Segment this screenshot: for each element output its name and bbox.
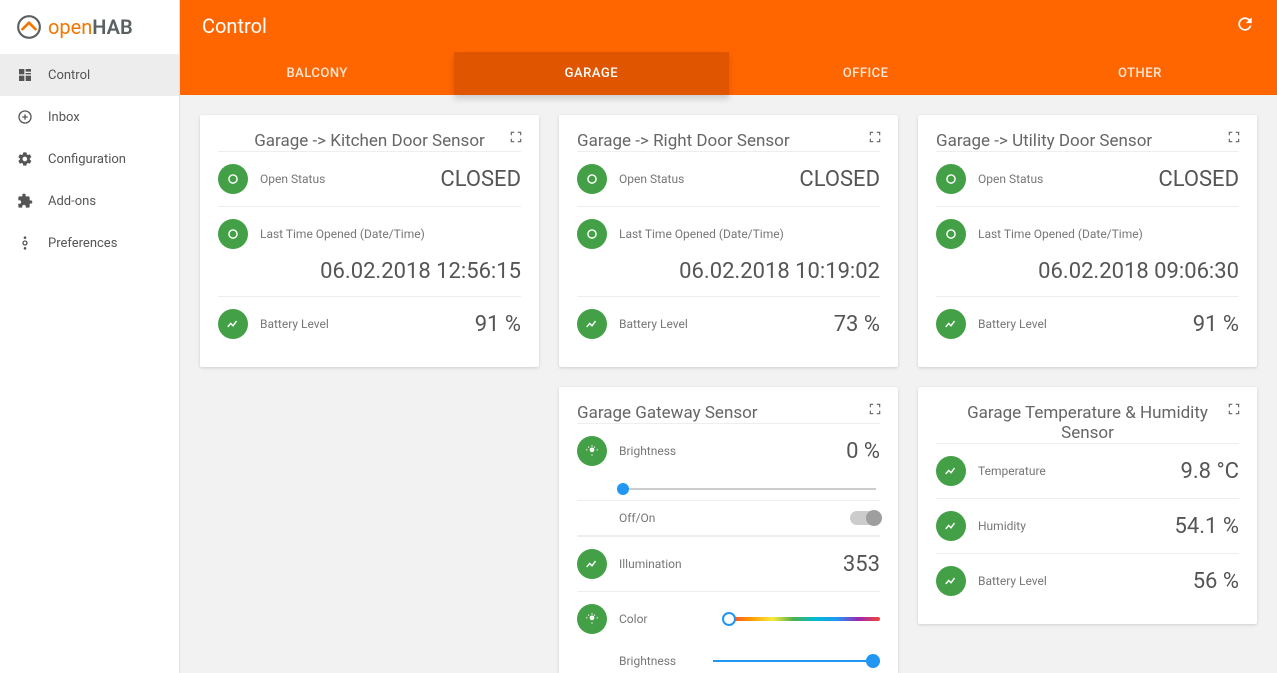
chart-icon (577, 309, 607, 339)
card-gateway: Garage Gateway Sensor Brightness 0 % Off… (559, 387, 898, 673)
row-value: 56 % (1193, 569, 1239, 594)
card-title: Garage Temperature & Humidity Sensor (936, 403, 1239, 443)
gear-icon (16, 150, 34, 168)
row-label: Open Status (978, 172, 1043, 186)
row-value: 91 % (475, 312, 521, 337)
row-label: Last Time Opened (Date/Time) (260, 227, 425, 241)
sidebar-item-label: Add-ons (48, 194, 96, 209)
card-right-door: Garage -> Right Door Sensor Open Status … (559, 115, 898, 367)
row-value: 9.8 °C (1180, 459, 1239, 484)
sidebar-item-label: Configuration (48, 152, 126, 167)
row-value: 54.1 % (1175, 514, 1239, 539)
row-label: Battery Level (978, 317, 1047, 331)
refresh-button[interactable] (1235, 14, 1255, 38)
expand-icon[interactable] (1227, 401, 1243, 417)
row-value: 353 (843, 552, 880, 577)
row-label: Last Time Opened (Date/Time) (619, 227, 784, 241)
circle-o-icon (218, 164, 248, 194)
row-value: 73 % (834, 312, 880, 337)
sidebar-item-label: Inbox (48, 110, 80, 125)
sidebar-item-inbox[interactable]: Inbox (0, 96, 179, 138)
circle-o-icon (577, 164, 607, 194)
dashboard-icon (16, 66, 34, 84)
brightness-slider[interactable] (623, 488, 876, 490)
brand-text: openHAB (48, 15, 133, 39)
card-title: Garage -> Right Door Sensor (577, 131, 880, 151)
row-label: Open Status (619, 172, 684, 186)
bulb-icon (577, 604, 607, 634)
row-value: 06.02.2018 12:56:15 (218, 259, 521, 284)
row-label: Open Status (260, 172, 325, 186)
card-title: Garage -> Utility Door Sensor (936, 131, 1239, 151)
expand-icon[interactable] (1227, 129, 1243, 145)
sidebar-item-preferences[interactable]: Preferences (0, 222, 179, 264)
chart-icon (936, 456, 966, 486)
row-label: Battery Level (619, 317, 688, 331)
card-title: Garage Gateway Sensor (577, 403, 880, 423)
page-title: Control (202, 14, 267, 38)
row-label: Brightness (619, 654, 697, 668)
card-title: Garage -> Kitchen Door Sensor (218, 131, 521, 151)
off-on-toggle[interactable] (850, 511, 880, 525)
row-label: Temperature (978, 464, 1046, 478)
sidebar-item-addons[interactable]: Add-ons (0, 180, 179, 222)
tab-balcony[interactable]: BALCONY (180, 52, 454, 95)
expand-icon[interactable] (868, 129, 884, 145)
row-label: Illumination (619, 557, 682, 571)
expand-icon[interactable] (509, 129, 525, 145)
chart-icon (936, 309, 966, 339)
sidebar-item-label: Control (48, 68, 90, 83)
row-value: 91 % (1193, 312, 1239, 337)
chart-icon (218, 309, 248, 339)
row-value: 06.02.2018 09:06:30 (936, 259, 1239, 284)
main-content: Control BALCONY GARAGE OFFICE OTHER Gara… (180, 0, 1277, 673)
sidebar-item-configuration[interactable]: Configuration (0, 138, 179, 180)
tab-other[interactable]: OTHER (1003, 52, 1277, 95)
circle-o-icon (936, 219, 966, 249)
row-label: Last Time Opened (Date/Time) (978, 227, 1143, 241)
circle-o-icon (577, 219, 607, 249)
openhab-logo-icon (16, 14, 42, 40)
row-label: Humidity (978, 519, 1026, 533)
row-value: CLOSED (440, 167, 521, 192)
row-value: 0 % (846, 439, 880, 464)
sidebar: openHAB Control Inbox Configuration Add-… (0, 0, 180, 673)
row-value: 06.02.2018 10:19:02 (577, 259, 880, 284)
circle-o-icon (936, 164, 966, 194)
row-label: Color (619, 612, 647, 626)
row-label: Battery Level (978, 574, 1047, 588)
row-label: Battery Level (260, 317, 329, 331)
row-label: Off/On (619, 511, 838, 525)
refresh-icon (1235, 14, 1255, 34)
chart-icon (936, 511, 966, 541)
sidebar-item-control[interactable]: Control (0, 54, 179, 96)
plus-circle-icon (16, 108, 34, 126)
card-temp-humidity: Garage Temperature & Humidity Sensor Tem… (918, 387, 1257, 624)
row-value: CLOSED (799, 167, 880, 192)
brand-logo: openHAB (0, 0, 179, 54)
card-utility-door: Garage -> Utility Door Sensor Open Statu… (918, 115, 1257, 367)
row-value: CLOSED (1158, 167, 1239, 192)
tab-garage[interactable]: GARAGE (454, 52, 728, 95)
chart-icon (936, 566, 966, 596)
tab-office[interactable]: OFFICE (729, 52, 1003, 95)
header: Control BALCONY GARAGE OFFICE OTHER (180, 0, 1277, 95)
chart-icon (577, 549, 607, 579)
puzzle-icon (16, 192, 34, 210)
row-label: Brightness (619, 444, 676, 458)
tabs: BALCONY GARAGE OFFICE OTHER (180, 52, 1277, 95)
sidebar-item-label: Preferences (48, 236, 117, 251)
circle-o-icon (218, 219, 248, 249)
color-slider[interactable] (729, 617, 881, 621)
expand-icon[interactable] (868, 401, 884, 417)
brightness-slider-2[interactable] (713, 660, 873, 662)
sliders-icon (16, 234, 34, 252)
bulb-icon (577, 436, 607, 466)
card-kitchen-door: Garage -> Kitchen Door Sensor Open Statu… (200, 115, 539, 367)
